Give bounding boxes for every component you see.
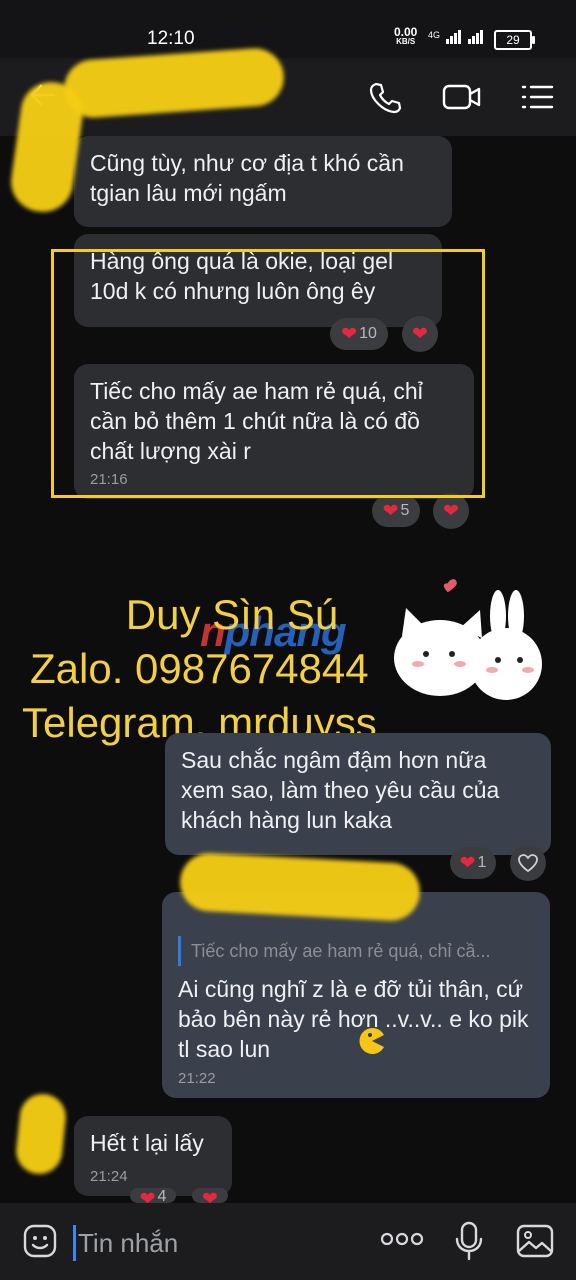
status-time: 12:10 bbox=[147, 28, 195, 49]
message-input[interactable]: Tin nhắn bbox=[78, 1228, 178, 1259]
more-options-icon[interactable] bbox=[380, 1229, 424, 1254]
microphone-icon[interactable] bbox=[454, 1221, 484, 1266]
message-input-bar: Tin nhắn bbox=[0, 1203, 576, 1280]
message-time: 21:22 bbox=[178, 1070, 216, 1087]
message-time: 21:24 bbox=[90, 1168, 128, 1185]
status-bar: 12:10 0.00 KB/S 4G 29 bbox=[0, 0, 576, 58]
menu-list-icon[interactable] bbox=[520, 80, 554, 119]
heart-outline-icon bbox=[518, 854, 538, 873]
message-bubble[interactable]: Cũng tùy, như cơ địa t khó cần tgian lâu… bbox=[74, 136, 452, 227]
heart-icon: ❤ bbox=[202, 1189, 218, 1203]
watermark-text: Duy Sìn Sú Zalo. 0987674844 Telegram. mr… bbox=[22, 591, 377, 746]
message-bubble[interactable]: Hết t lại lấy 21:24 bbox=[74, 1116, 232, 1196]
battery-icon: 29 bbox=[494, 30, 535, 50]
message-bubble-reply[interactable]: Tiếc cho mấy ae ham rẻ quá, chỉ cầ... Ai… bbox=[162, 892, 550, 1098]
reply-quote[interactable]: Tiếc cho mấy ae ham rẻ quá, chỉ cầ... bbox=[178, 936, 534, 966]
reaction-count[interactable]: ❤ 5 bbox=[372, 495, 420, 527]
redaction-mark bbox=[13, 1091, 69, 1177]
react-heart-outline-button[interactable] bbox=[510, 845, 546, 881]
signal-icon bbox=[446, 30, 462, 44]
cat-bunny-sticker bbox=[388, 576, 548, 706]
react-button[interactable]: ❤ bbox=[433, 493, 469, 529]
react-button[interactable]: ❤ bbox=[192, 1188, 228, 1203]
emoji-icon[interactable] bbox=[22, 1223, 58, 1264]
heart-icon: ❤ bbox=[459, 852, 476, 874]
highlight-frame bbox=[51, 249, 485, 498]
chat-area[interactable]: Cũng tùy, như cơ địa t khó cần tgian lâu… bbox=[0, 46, 576, 1203]
image-gallery-icon[interactable] bbox=[516, 1223, 554, 1264]
message-bubble-sent[interactable]: Sau chắc ngâm đậm hơn nữa xem sao, làm t… bbox=[165, 733, 551, 855]
pacman-emoji-icon bbox=[358, 1027, 386, 1062]
signal-icon-2 bbox=[468, 30, 484, 44]
network-type: 4G bbox=[428, 30, 441, 40]
network-speed: 0.00 KB/S bbox=[394, 25, 418, 46]
heart-icon: ❤ bbox=[139, 1189, 156, 1203]
heart-icon: ❤ bbox=[382, 500, 399, 522]
heart-icon: ❤ bbox=[443, 500, 459, 522]
reaction-count[interactable]: ❤ 1 bbox=[450, 847, 496, 879]
phone-icon[interactable] bbox=[368, 80, 402, 119]
video-call-icon[interactable] bbox=[442, 80, 482, 119]
text-cursor bbox=[73, 1225, 76, 1261]
reaction-count[interactable]: ❤ 4 bbox=[130, 1188, 176, 1203]
